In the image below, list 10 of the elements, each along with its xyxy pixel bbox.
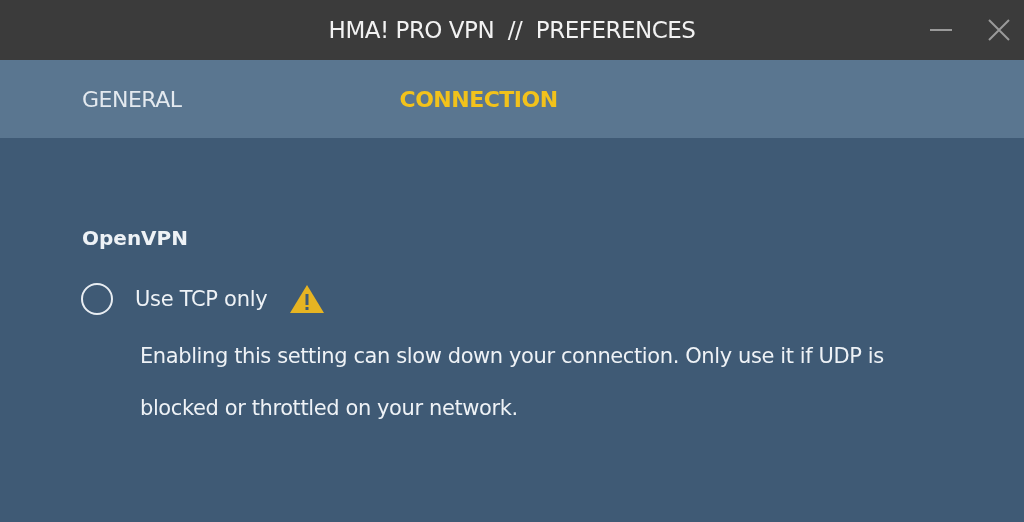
window-title: HMA! PRO VPN // PREFERENCES xyxy=(328,17,696,43)
close-icon[interactable] xyxy=(988,19,1010,41)
tab[interactable]: GENERAL xyxy=(82,86,182,112)
radio-button[interactable] xyxy=(80,282,114,316)
warning-icon xyxy=(289,284,326,314)
minimize-icon[interactable] xyxy=(930,28,952,32)
tab[interactable]: CONNECTION xyxy=(399,86,558,112)
option-description: Enabling this setting can slow down your connection. Only use it if UDP is blocked or throttled on your network. xyxy=(140,343,885,422)
option-label: Use TCP only xyxy=(135,287,268,311)
section-heading: OpenVPN xyxy=(82,226,189,250)
